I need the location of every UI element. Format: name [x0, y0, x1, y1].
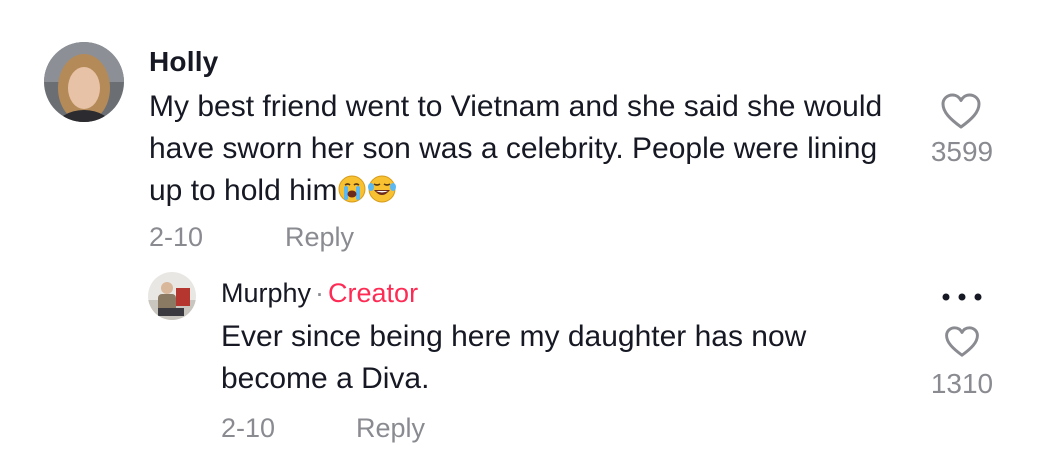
reply-author[interactable]: Murphy: [221, 278, 311, 308]
reply-text: Ever since being here my daughter has no…: [221, 320, 807, 395]
separator-dot: ·: [315, 278, 325, 308]
comment-text: My best friend went to Vietnam and she s…: [149, 86, 909, 212]
avatar[interactable]: [148, 272, 196, 320]
heart-outline-icon[interactable]: [944, 325, 980, 358]
comment-author[interactable]: Holly: [149, 46, 218, 78]
creator-badge: Creator: [328, 278, 419, 308]
reply-date: 2-10: [221, 413, 276, 443]
reply-button[interactable]: Reply: [356, 413, 425, 444]
comment-body: My best friend went to Vietnam and she s…: [149, 90, 883, 207]
comment-item: Holly My best friend went to Vietnam and…: [0, 0, 1054, 270]
more-options-icon[interactable]: [938, 287, 986, 307]
like-count: 1310: [930, 368, 994, 399]
like-count: 3599: [930, 136, 994, 167]
loudly-crying-face-icon: [337, 174, 367, 204]
reply-author-row: Murphy · Creator: [221, 278, 418, 309]
face-with-tears-of-joy-icon: [367, 174, 397, 204]
heart-outline-icon[interactable]: [940, 92, 982, 130]
avatar[interactable]: [44, 42, 124, 122]
reply-button[interactable]: Reply: [285, 222, 354, 253]
comment-date: 2-10: [149, 222, 204, 252]
